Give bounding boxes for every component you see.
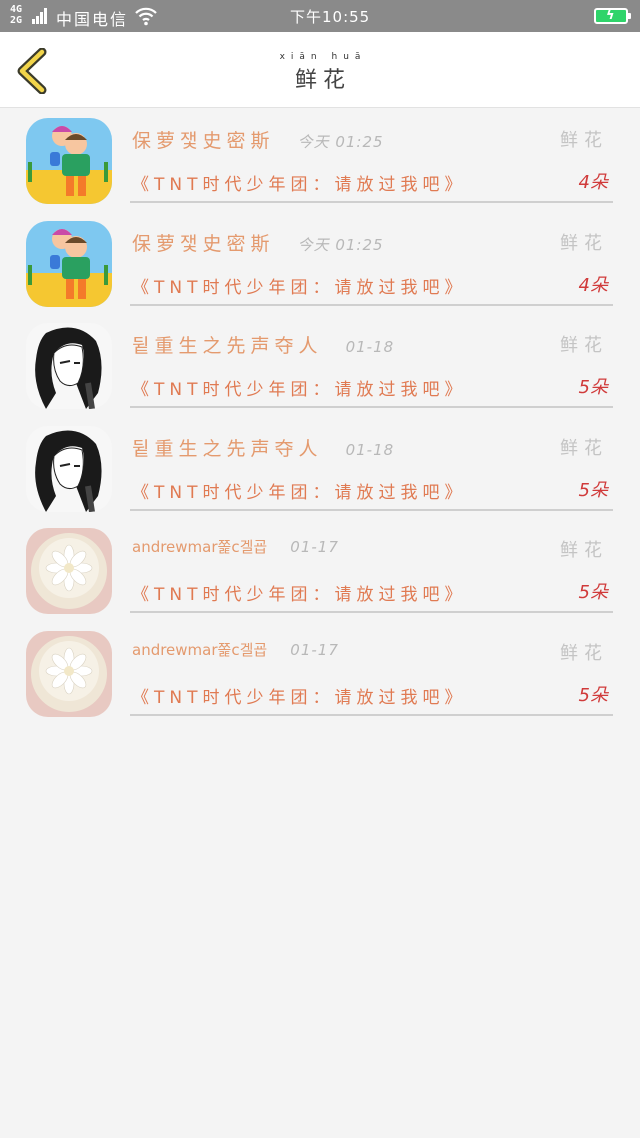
song-title: 《TNT时代少年团：请放过我吧》 [132,482,467,503]
flower-count: 5朵 [578,479,608,501]
sender-name: 뒽重生之先声夺人 [132,335,323,357]
sender-name: 뒽重生之先声夺人 [132,437,323,460]
divider [130,508,613,511]
list-item[interactable]: 保萝쟃史密斯 今天 01:25 鲜花 《TNT时代少年团：请放过我吧》 4朵 [0,213,640,316]
charging-bolt-icon: ϟ [606,8,615,23]
flower-count: 5朵 [578,684,608,706]
send-date: 01-18 [345,338,395,356]
send-date: 01-17 [290,640,339,659]
song-title: 《TNT时代少年团：请放过我吧》 [132,277,467,298]
list-item[interactable]: 保萝쟃史密斯 今天 01:25 鲜花 《TNT时代少年团：请放过我吧》 4朵 [0,110,640,213]
song-title: 《TNT时代少年团：请放过我吧》 [132,175,467,195]
divider [130,303,613,306]
list-item[interactable]: andrewmar쫉c겔굡 01-17 鲜花 《TNT时代少年团：请放过我吧》 … [0,623,640,726]
cartoon-kids-avatar-image [26,118,112,204]
gift-type: 鲜花 [560,335,608,356]
flower-count: 5朵 [578,377,608,398]
white-flower-avatar-image [26,528,112,614]
network-type-secondary: 2G [10,15,23,26]
network-indicator: 4G 2G [10,4,22,26]
avatar[interactable] [26,323,112,409]
status-bar: 4G 2G 中国电信 下午10:55 ϟ [0,0,640,32]
avatar[interactable] [26,425,112,512]
manga-girl-avatar-image [26,425,112,512]
page-title-pinyin: xiān huā [279,52,367,62]
wifi-icon [135,7,157,26]
list-item[interactable]: 뒽重生之先声夺人 01-18 鲜花 《TNT时代少年团：请放过我吧》 5朵 [0,315,640,418]
song-title: 《TNT时代少年团：请放过我吧》 [132,687,467,708]
battery-icon: ϟ [594,8,631,24]
sender-name: andrewmar쫉c겔굡 [132,538,268,556]
divider [130,201,613,203]
flower-count: 5朵 [578,582,608,603]
manga-girl-avatar-image [26,323,112,409]
gift-type: 鲜花 [560,437,608,459]
flower-count: 4朵 [578,274,608,296]
white-flower-avatar-image [26,630,112,717]
navigation-bar: xiān huā 鲜花 [0,32,640,108]
carrier-name: 中国电信 [56,10,129,29]
cartoon-kids-avatar-image [26,220,112,307]
flower-record-list: 保萝쟃史密斯 今天 01:25 鲜花 《TNT时代少年团：请放过我吧》 4朵 保… [0,110,640,725]
signal-bars-icon [32,8,48,24]
send-date: 今天 01:25 [297,133,384,151]
sender-name: andrewmar쫉c겔굡 [132,640,268,659]
song-title: 《TNT时代少年团：请放过我吧》 [132,380,467,400]
sender-name: 保萝쟃史密斯 [132,130,275,152]
send-date: 01-18 [345,440,395,459]
divider [130,406,613,408]
send-date: 今天 01:25 [297,235,384,254]
flower-count: 4朵 [578,172,608,193]
list-item[interactable]: 뒽重生之先声夺人 01-18 鲜花 《TNT时代少年团：请放过我吧》 5朵 [0,418,640,521]
avatar[interactable] [26,118,112,204]
divider [130,611,613,613]
gift-type: 鲜花 [560,540,608,561]
sender-name: 保萝쟃史密斯 [132,232,275,255]
divider [130,713,613,716]
avatar[interactable] [26,630,112,717]
send-date: 01-17 [290,538,339,556]
avatar[interactable] [26,528,112,614]
page-title: xiān huā 鲜花 [0,52,640,94]
page-title-text: 鲜花 [294,68,351,93]
clock: 下午10:55 [290,8,371,26]
list-item[interactable]: andrewmar쫉c겔굡 01-17 鲜花 《TNT时代少年团：请放过我吧》 … [0,520,640,623]
gift-type: 鲜花 [560,130,608,151]
gift-type: 鲜花 [560,642,608,664]
network-type: 4G [10,4,23,15]
avatar[interactable] [26,220,112,307]
song-title: 《TNT时代少年团：请放过我吧》 [132,585,467,605]
gift-type: 鲜花 [560,232,608,254]
